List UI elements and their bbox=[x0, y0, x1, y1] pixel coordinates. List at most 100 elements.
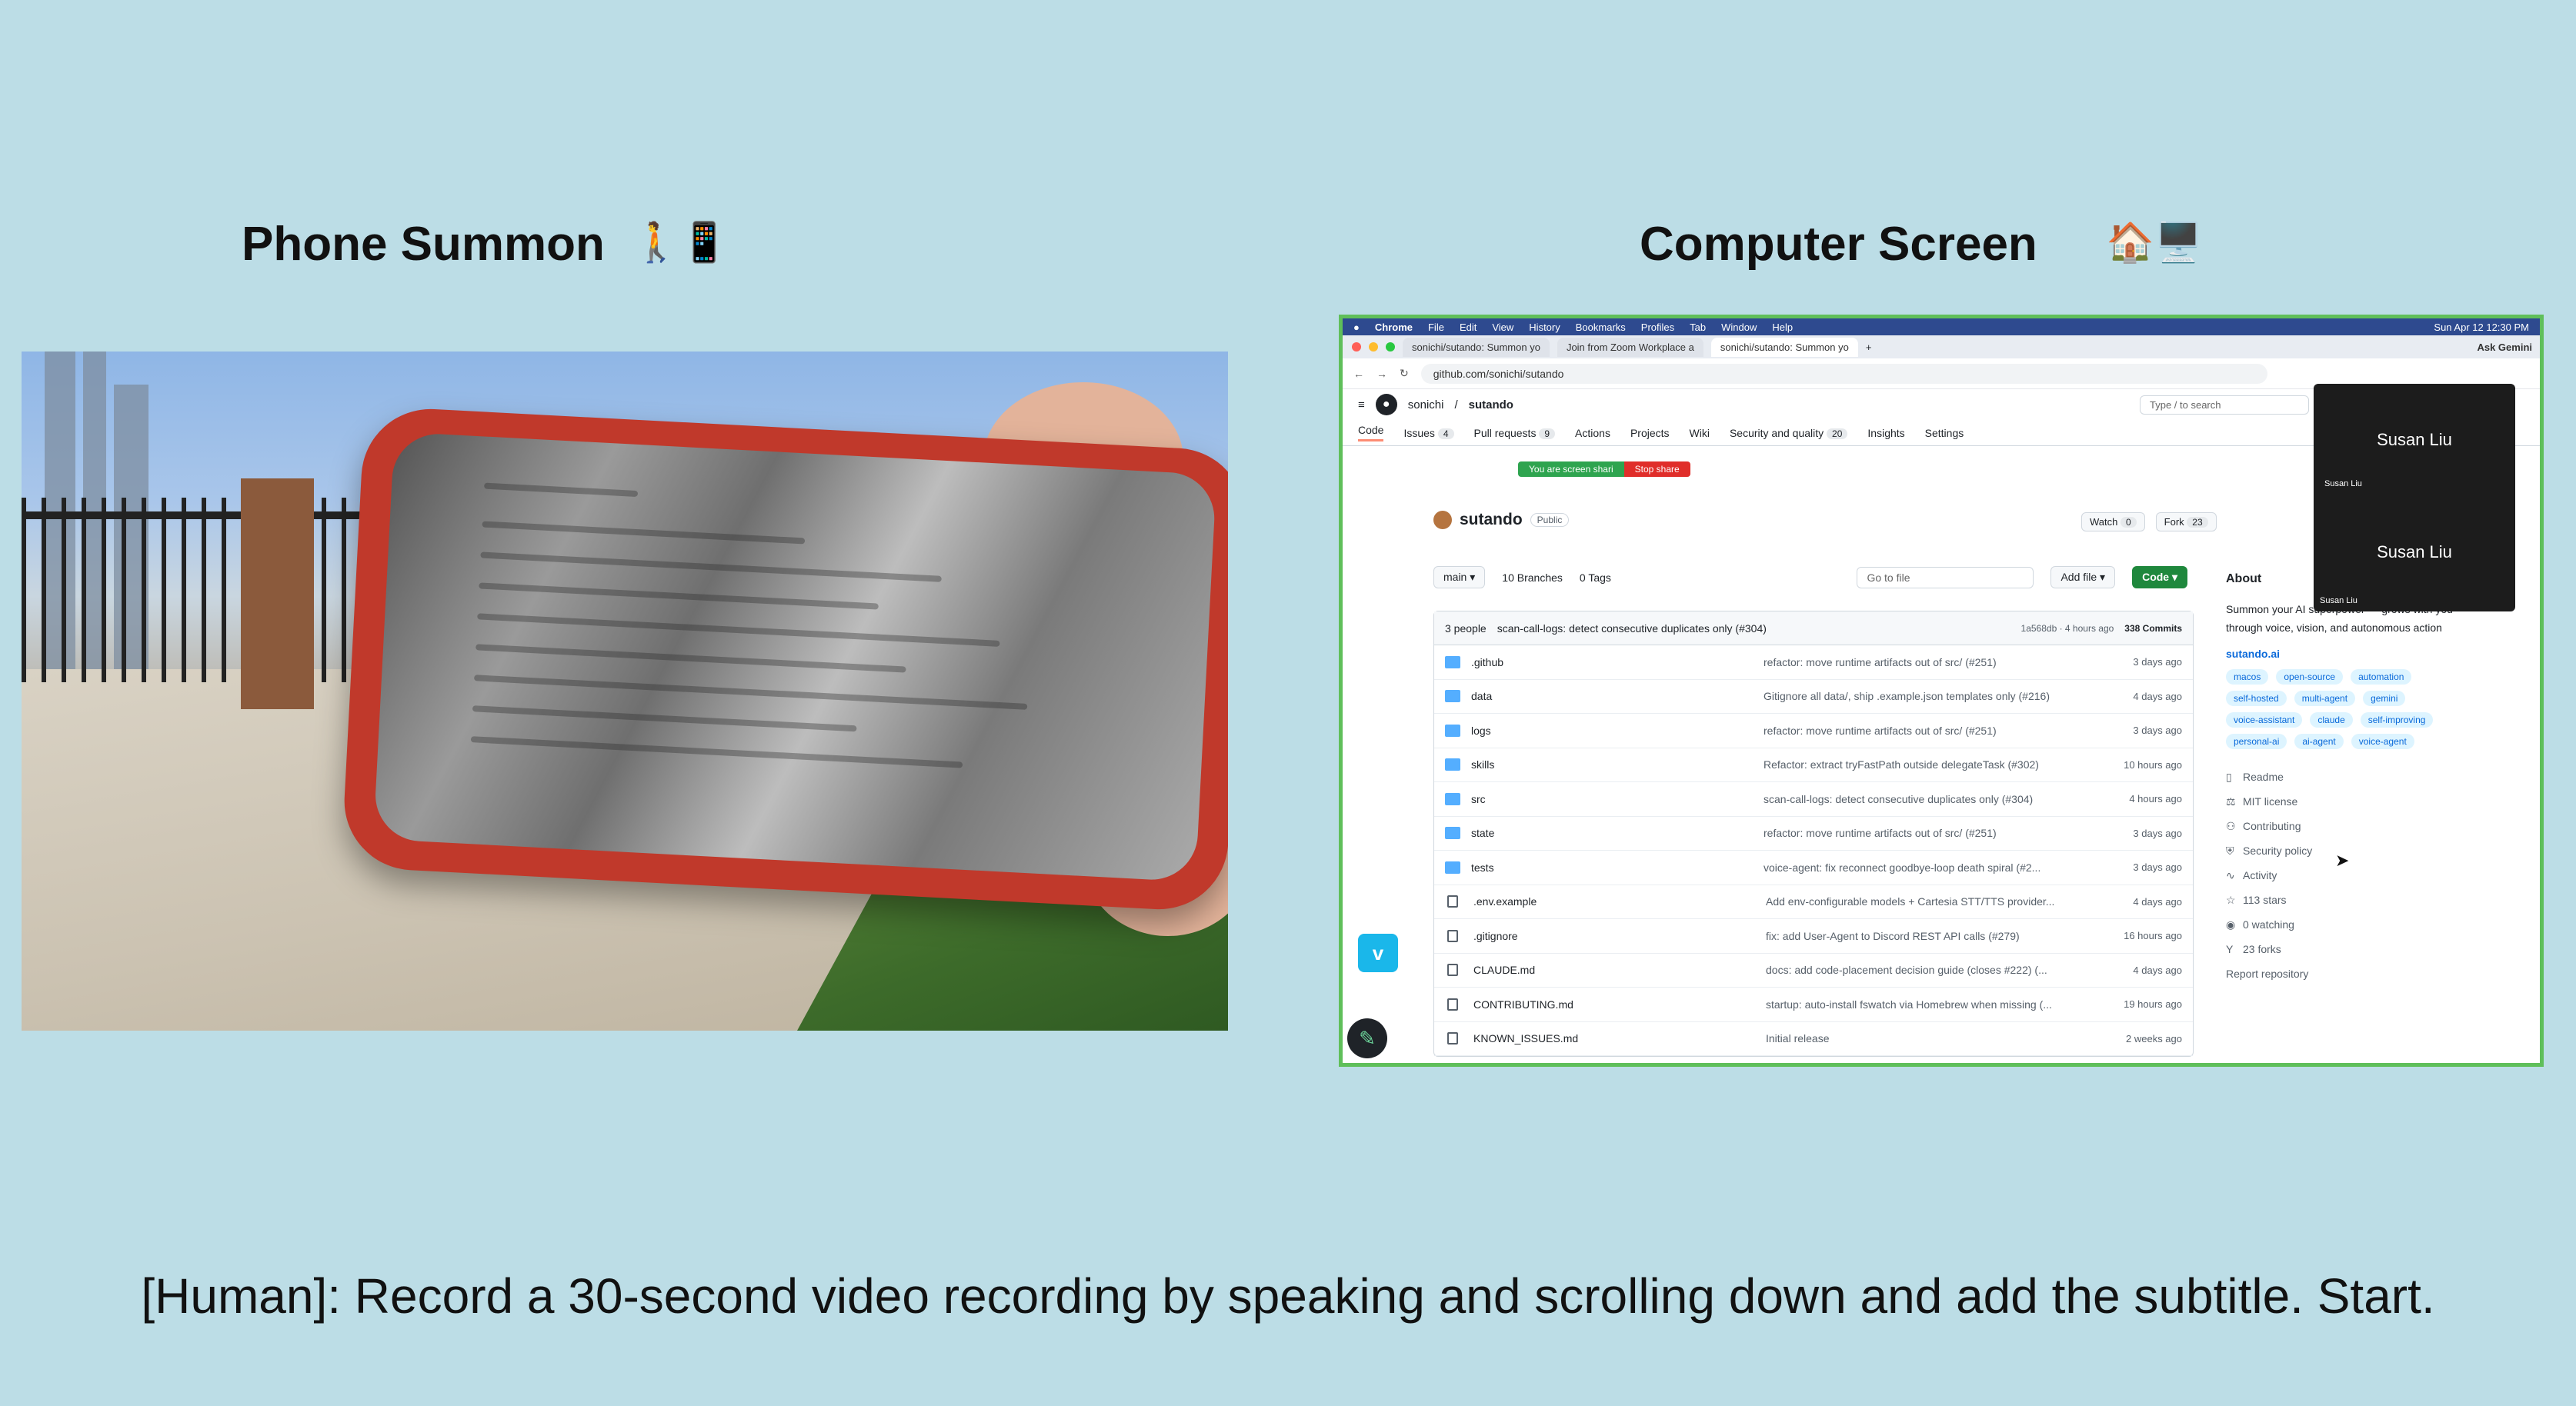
vimeo-icon[interactable]: v bbox=[1358, 934, 1398, 972]
topic-tag[interactable]: self-hosted bbox=[2226, 691, 2287, 706]
about-link[interactable]: ⚖ MIT license bbox=[2226, 789, 2472, 814]
file-name[interactable]: .env.example bbox=[1473, 895, 1766, 908]
tags-link[interactable]: 0 Tags bbox=[1580, 571, 1611, 584]
zoom-video-panel[interactable]: Susan Liu Susan Liu Susan Liu Susan Liu bbox=[2314, 384, 2515, 611]
tab-code[interactable]: Code bbox=[1358, 424, 1384, 441]
file-row[interactable]: CLAUDE.md docs: add code-placement decisi… bbox=[1434, 954, 2193, 988]
menu-history[interactable]: History bbox=[1529, 322, 1560, 333]
topic-tag[interactable]: personal-ai bbox=[2226, 734, 2287, 749]
add-file-button[interactable]: Add file ▾ bbox=[2050, 566, 2116, 588]
file-row[interactable]: data Gitignore all data/, ship .example.j… bbox=[1434, 680, 2193, 714]
browser-tab-active[interactable]: sonichi/sutando: Summon yo bbox=[1710, 337, 1858, 357]
file-row[interactable]: .env.example Add env-configurable models … bbox=[1434, 885, 2193, 919]
file-row[interactable]: .github refactor: move runtime artifacts … bbox=[1434, 645, 2193, 680]
maximize-window-icon[interactable] bbox=[1386, 342, 1395, 352]
file-name[interactable]: KNOWN_ISSUES.md bbox=[1473, 1032, 1766, 1045]
reload-icon[interactable]: ↻ bbox=[1400, 367, 1409, 380]
commit-message[interactable]: scan-call-logs: detect consecutive dupli… bbox=[1497, 622, 1767, 635]
file-name[interactable]: src bbox=[1471, 793, 1763, 805]
file-commit-message[interactable]: scan-call-logs: detect consecutive dupli… bbox=[1763, 793, 2087, 805]
menu-profiles[interactable]: Profiles bbox=[1641, 322, 1674, 333]
tab-settings[interactable]: Settings bbox=[1925, 427, 1964, 439]
pen-icon[interactable]: ✎ bbox=[1347, 1018, 1387, 1058]
file-commit-message[interactable]: voice-agent: fix reconnect goodbye-loop … bbox=[1763, 861, 2087, 874]
report-repository-link[interactable]: Report repository bbox=[2226, 961, 2472, 986]
tab-actions[interactable]: Actions bbox=[1575, 427, 1610, 439]
file-name[interactable]: .gitignore bbox=[1473, 930, 1766, 942]
branch-select[interactable]: main ▾ bbox=[1433, 566, 1486, 588]
close-window-icon[interactable] bbox=[1352, 342, 1361, 352]
file-commit-message[interactable]: refactor: move runtime artifacts out of … bbox=[1763, 656, 2087, 668]
file-name[interactable]: skills bbox=[1471, 758, 1763, 771]
topic-tag[interactable]: voice-agent bbox=[2351, 734, 2414, 749]
file-row[interactable]: logs refactor: move runtime artifacts out… bbox=[1434, 714, 2193, 748]
stop-share-button[interactable]: Stop share bbox=[1623, 461, 1690, 477]
commits-link[interactable]: 338 Commits bbox=[2124, 623, 2182, 634]
file-commit-message[interactable]: startup: auto-install fswatch via Homebr… bbox=[1766, 998, 2089, 1011]
github-logo-icon[interactable]: ● bbox=[1375, 394, 1397, 415]
topic-tag[interactable]: multi-agent bbox=[2294, 691, 2356, 706]
topic-tag[interactable]: ai-agent bbox=[2294, 734, 2344, 749]
file-commit-message[interactable]: Refactor: extract tryFastPath outside de… bbox=[1763, 758, 2087, 771]
website-link[interactable]: sutando.ai bbox=[2226, 648, 2472, 660]
code-button[interactable]: Code ▾ bbox=[2132, 566, 2187, 588]
about-link[interactable]: ⚇ Contributing bbox=[2226, 814, 2472, 838]
clock[interactable]: Sun Apr 12 12:30 PM bbox=[2434, 322, 2529, 333]
file-name[interactable]: logs bbox=[1471, 725, 1763, 737]
file-name[interactable]: state bbox=[1471, 827, 1763, 839]
about-link[interactable]: ▯ Readme bbox=[2226, 765, 2472, 789]
new-tab-icon[interactable]: + bbox=[1866, 342, 1872, 353]
github-search-input[interactable]: Type / to search bbox=[2140, 395, 2309, 415]
file-commit-message[interactable]: Gitignore all data/, ship .example.json … bbox=[1763, 690, 2087, 702]
menu-tab[interactable]: Tab bbox=[1690, 322, 1706, 333]
tab-insights[interactable]: Insights bbox=[1867, 427, 1904, 439]
about-link[interactable]: ☆ 113 stars bbox=[2226, 888, 2472, 912]
tab-security[interactable]: Security and quality 20 bbox=[1730, 427, 1848, 439]
menu-window[interactable]: Window bbox=[1721, 322, 1757, 333]
topic-tag[interactable]: claude bbox=[2310, 712, 2353, 728]
file-row[interactable]: .gitignore fix: add User-Agent to Discord… bbox=[1434, 919, 2193, 954]
file-commit-message[interactable]: Initial release bbox=[1766, 1032, 2089, 1045]
back-icon[interactable]: ← bbox=[1353, 368, 1364, 380]
ask-gemini-button[interactable]: Ask Gemini bbox=[2477, 342, 2532, 353]
menu-view[interactable]: View bbox=[1492, 322, 1513, 333]
topic-tag[interactable]: open-source bbox=[2276, 669, 2344, 685]
file-row[interactable]: state refactor: move runtime artifacts ou… bbox=[1434, 817, 2193, 851]
file-row[interactable]: skills Refactor: extract tryFastPath outs… bbox=[1434, 748, 2193, 782]
file-commit-message[interactable]: fix: add User-Agent to Discord REST API … bbox=[1766, 930, 2089, 942]
file-name[interactable]: tests bbox=[1471, 861, 1763, 874]
commit-authors[interactable]: 3 people bbox=[1445, 622, 1487, 635]
file-row[interactable]: KNOWN_ISSUES.md Initial release 2 weeks ag… bbox=[1434, 1022, 2193, 1056]
go-to-file-input[interactable]: Go to file bbox=[1857, 566, 2034, 588]
fork-button[interactable]: Fork 23 bbox=[2155, 512, 2217, 531]
file-row[interactable]: tests voice-agent: fix reconnect goodbye-… bbox=[1434, 851, 2193, 885]
file-commit-message[interactable]: refactor: move runtime artifacts out of … bbox=[1763, 827, 2087, 839]
hamburger-menu-icon[interactable]: ≡ bbox=[1358, 398, 1365, 411]
file-name[interactable]: CONTRIBUTING.md bbox=[1473, 998, 1766, 1011]
tab-wiki[interactable]: Wiki bbox=[1690, 427, 1710, 439]
branches-link[interactable]: 10 Branches bbox=[1502, 571, 1563, 584]
topic-tag[interactable]: macos bbox=[2226, 669, 2269, 685]
file-row[interactable]: src scan-call-logs: detect consecutive du… bbox=[1434, 782, 2193, 817]
file-commit-message[interactable]: Add env-configurable models + Cartesia S… bbox=[1766, 895, 2089, 908]
topic-tag[interactable]: self-improving bbox=[2360, 712, 2434, 728]
commit-hash[interactable]: 1a568db · 4 hours ago bbox=[2021, 623, 2114, 634]
topic-tag[interactable]: automation bbox=[2351, 669, 2412, 685]
url-field[interactable]: github.com/sonichi/sutando bbox=[1420, 363, 2267, 384]
file-row[interactable]: CONTRIBUTING.md startup: auto-install fsw… bbox=[1434, 988, 2193, 1022]
watch-button[interactable]: Watch 0 bbox=[2081, 512, 2145, 531]
tab-issues[interactable]: Issues 4 bbox=[1403, 427, 1454, 439]
about-link[interactable]: ◉ 0 watching bbox=[2226, 912, 2472, 937]
about-link[interactable]: Y 23 forks bbox=[2226, 937, 2472, 961]
topic-tag[interactable]: gemini bbox=[2363, 691, 2406, 706]
menu-bookmarks[interactable]: Bookmarks bbox=[1576, 322, 1626, 333]
browser-tab[interactable]: Join from Zoom Workplace a bbox=[1557, 337, 1703, 357]
apple-icon[interactable]: ● bbox=[1353, 322, 1360, 333]
minimize-window-icon[interactable] bbox=[1369, 342, 1378, 352]
browser-tab[interactable]: sonichi/sutando: Summon yo bbox=[1403, 337, 1550, 357]
tab-pull-requests[interactable]: Pull requests 9 bbox=[1474, 427, 1556, 439]
file-commit-message[interactable]: docs: add code-placement decision guide … bbox=[1766, 964, 2089, 976]
file-commit-message[interactable]: refactor: move runtime artifacts out of … bbox=[1763, 725, 2087, 737]
file-name[interactable]: CLAUDE.md bbox=[1473, 964, 1766, 976]
tab-projects[interactable]: Projects bbox=[1630, 427, 1670, 439]
